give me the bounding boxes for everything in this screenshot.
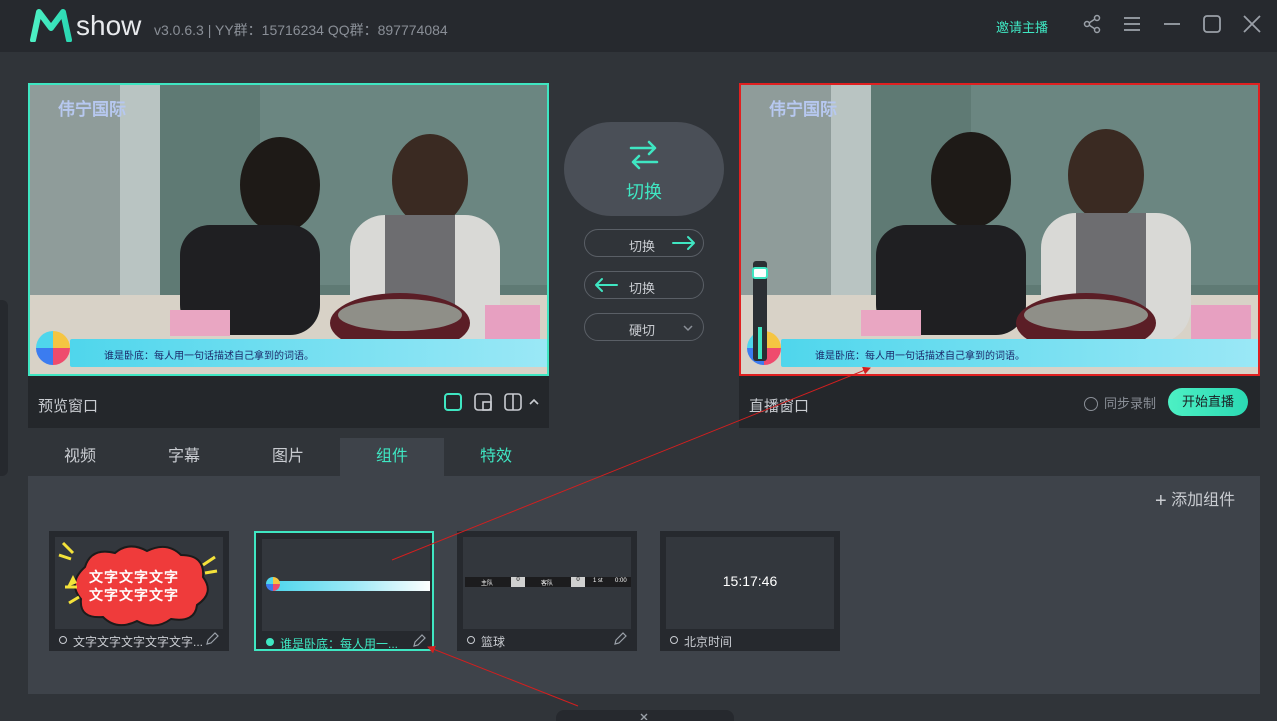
live-video[interactable]: 伟宁国际 谁是卧底：每人用一句话描述自己拿到的词语。 <box>739 83 1260 376</box>
component-footer: 文字文字文字文字文字... <box>55 631 223 649</box>
banner-logo <box>266 577 280 591</box>
component-card-text[interactable]: 文字文字文字 文字文字文字 文字文字文字文字文字... <box>49 531 229 651</box>
bubble-text-line2: 文字文字文字 <box>89 587 179 603</box>
preview-banner-text: 谁是卧底：每人用一句话描述自己拿到的词语。 <box>104 351 314 362</box>
preview-banner: 谁是卧底：每人用一句话描述自己拿到的词语。 <box>70 339 547 367</box>
tab-image[interactable]: 图片 <box>236 438 340 476</box>
volume-slider[interactable] <box>752 261 768 361</box>
version-info: v3.0.6.3 | YY群：15716234 QQ群：897774084 <box>154 22 448 38</box>
component-status-dot[interactable] <box>266 638 274 646</box>
component-footer: 篮球 <box>463 631 631 649</box>
scoreboard-period: 1 st <box>593 578 603 584</box>
switch-to-preview-button[interactable]: 切换 <box>584 271 704 299</box>
sync-record-toggle[interactable]: 同步录制 <box>1084 393 1156 412</box>
minimize-icon[interactable] <box>1161 13 1183 35</box>
live-caption: 直播窗口 <box>749 398 810 415</box>
transition-label: 硬切 <box>629 323 656 338</box>
component-footer: 北京时间 <box>666 631 834 649</box>
arrow-right-icon <box>672 236 695 250</box>
app-logo <box>30 9 72 42</box>
component-name: 文字文字文字文字文字... <box>73 635 204 649</box>
sync-record-label: 同步录制 <box>1104 396 1157 411</box>
component-card-clock[interactable]: 15:17:46 北京时间 <box>660 531 840 651</box>
component-status-dot[interactable] <box>59 636 67 644</box>
clock-display: 15:17:46 <box>722 573 778 589</box>
edit-pencil-icon[interactable] <box>412 634 426 648</box>
swap-arrows-icon <box>629 140 659 170</box>
invite-host-link[interactable]: 邀请主播 <box>996 17 1048 36</box>
volume-handle[interactable] <box>752 267 768 279</box>
transition-select[interactable]: 硬切 <box>584 313 704 341</box>
add-component-label: 添加组件 <box>1171 492 1236 509</box>
scoreboard-team-right: 客队 <box>541 581 554 587</box>
scoreboard-team-left: 主队 <box>481 581 494 587</box>
scoreboard-bar: 主队 0 客队 0 1 st 0:00 <box>465 577 631 587</box>
switch-button[interactable]: 切换 <box>564 122 724 216</box>
collapse-icon <box>640 713 648 720</box>
maximize-icon[interactable] <box>1201 13 1223 35</box>
plus-icon: + <box>1155 490 1167 512</box>
live-banner-text: 谁是卧底：每人用一句话描述自己拿到的词语。 <box>815 351 1025 362</box>
component-name: 北京时间 <box>684 635 733 649</box>
component-status-dot[interactable] <box>670 636 678 644</box>
component-thumb <box>262 539 430 631</box>
bubble-text-line1: 文字文字文字 <box>89 569 179 585</box>
menu-icon[interactable] <box>1121 13 1143 35</box>
preview-caption: 预览窗口 <box>38 398 99 415</box>
scoreboard-score-left: 0 <box>511 577 525 587</box>
volume-level <box>758 327 762 359</box>
tab-component[interactable]: 组件 <box>340 438 444 476</box>
arrow-left-icon <box>595 278 618 292</box>
live-watermark: 伟宁国际 <box>769 100 837 119</box>
app-name: show <box>76 10 142 41</box>
add-component-button[interactable]: + 添加组件 <box>1155 486 1235 513</box>
component-status-dot[interactable] <box>467 636 475 644</box>
preview-banner-logo <box>36 331 70 365</box>
scoreboard-score-right: 0 <box>571 577 585 587</box>
component-card-scoreboard[interactable]: 主队 0 客队 0 1 st 0:00 篮球 <box>457 531 637 651</box>
left-panel-handle[interactable] <box>0 300 8 476</box>
edit-pencil-icon[interactable] <box>613 632 627 646</box>
chevron-up-icon[interactable] <box>528 396 540 408</box>
component-name: 篮球 <box>481 635 506 649</box>
layout-split-icon[interactable] <box>503 392 523 412</box>
layout-pip-icon[interactable] <box>473 392 493 412</box>
component-footer: 谁是卧底：每人用一... <box>262 633 430 651</box>
tab-subtitle[interactable]: 字幕 <box>132 438 236 476</box>
tab-video[interactable]: 视频 <box>28 438 132 476</box>
go-live-button[interactable]: 开始直播 <box>1168 388 1248 416</box>
live-banner: 谁是卧底：每人用一句话描述自己拿到的词语。 <box>781 339 1258 367</box>
scoreboard-time: 0:00 <box>615 578 627 584</box>
switch-to-live-button[interactable]: 切换 <box>584 229 704 257</box>
preview-video[interactable]: 伟宁国际 谁是卧底：每人用一句话描述自己拿到的词语。 <box>28 83 549 376</box>
sync-record-radio[interactable] <box>1084 397 1098 411</box>
chevron-down-icon <box>683 325 693 332</box>
bottom-panel-handle[interactable] <box>556 710 734 721</box>
component-card-banner[interactable]: 谁是卧底：每人用一... <box>254 531 434 651</box>
edit-pencil-icon[interactable] <box>205 632 219 646</box>
switch-to-live-label: 切换 <box>629 239 656 254</box>
switch-to-preview-label: 切换 <box>629 281 656 296</box>
component-thumb: 主队 0 客队 0 1 st 0:00 <box>463 537 631 629</box>
title-bar: show v3.0.6.3 | YY群：15716234 QQ群：8977740… <box>0 0 1277 52</box>
banner-bar <box>272 581 430 591</box>
switch-label: 切换 <box>626 182 662 202</box>
share-icon[interactable] <box>1081 13 1103 35</box>
component-name: 谁是卧底：每人用一... <box>280 637 399 651</box>
layout-single-icon[interactable] <box>443 392 463 412</box>
component-thumb: 文字文字文字 文字文字文字 <box>55 537 223 629</box>
preview-watermark: 伟宁国际 <box>58 100 126 119</box>
tab-effects[interactable]: 特效 <box>444 438 548 476</box>
component-thumb: 15:17:46 <box>666 537 834 629</box>
close-icon[interactable] <box>1241 13 1263 35</box>
